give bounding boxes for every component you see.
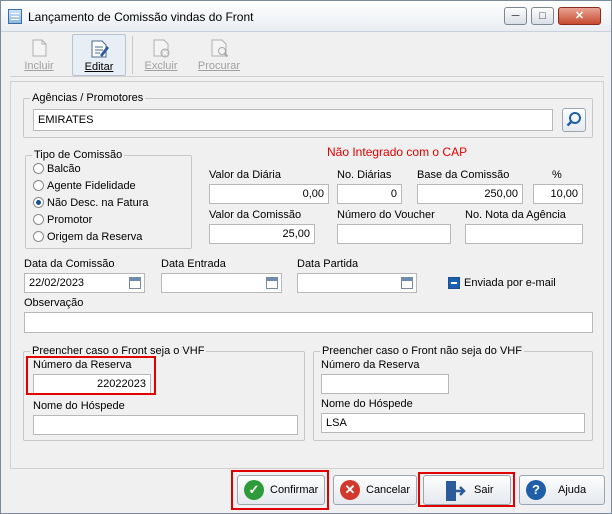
incluir-button[interactable]: Incluir [12, 34, 66, 76]
toolbar: Incluir Editar Excluir Procurar [10, 32, 604, 77]
nao-vhf-nome-hospede-label: Nome do Hóspede [321, 398, 413, 410]
observacao-field[interactable] [24, 312, 593, 333]
valor-diaria-label: Valor da Diária [209, 169, 281, 181]
new-document-icon [32, 39, 47, 57]
observacao-label: Observação [24, 297, 84, 309]
data-partida-field[interactable] [297, 273, 417, 293]
procurar-button[interactable]: Procurar [192, 34, 246, 76]
highlight-sair [418, 472, 515, 507]
close-button[interactable]: ✕ [558, 7, 601, 25]
valor-comissao-field[interactable]: 25,00 [209, 224, 315, 244]
percent-field[interactable]: 10,00 [533, 184, 583, 204]
vhf-nome-hospede-field[interactable] [33, 415, 298, 435]
radio-promotor[interactable]: Promotor [33, 214, 92, 226]
editar-button[interactable]: Editar [72, 34, 126, 76]
nota-agencia-field[interactable] [465, 224, 583, 244]
enviada-email-label: Enviada por e-mail [464, 277, 556, 289]
help-icon: ? [526, 480, 546, 500]
radio-nao-desc-fatura[interactable]: Não Desc. na Fatura [33, 197, 149, 209]
radio-agente-fidelidade[interactable]: Agente Fidelidade [33, 180, 136, 192]
excluir-label: Excluir [144, 60, 178, 72]
nao-vhf-numero-reserva-label: Número da Reserva [321, 359, 420, 371]
calendar-icon[interactable] [129, 277, 141, 289]
data-entrada-field[interactable] [161, 273, 282, 293]
base-comissao-field[interactable]: 250,00 [417, 184, 523, 204]
agencias-label: Agências / Promotores [30, 92, 146, 104]
enviada-email-checkbox[interactable] [448, 277, 460, 289]
data-comissao-label: Data da Comissão [24, 258, 115, 270]
valor-diaria-field[interactable]: 0,00 [209, 184, 329, 204]
window: Lançamento de Comissão vindas do Front ─… [0, 0, 612, 514]
delete-document-icon [153, 39, 170, 58]
agencias-field[interactable]: EMIRATES [33, 109, 553, 131]
radio-nao-desc-fatura-label: Não Desc. na Fatura [47, 197, 149, 209]
radio-dot [33, 163, 44, 174]
data-partida-label: Data Partida [297, 258, 359, 270]
base-comissao-label: Base da Comissão [417, 169, 510, 181]
percent-label: % [552, 169, 562, 181]
title-bar: Lançamento de Comissão vindas do Front ─… [1, 1, 611, 32]
excluir-button[interactable]: Excluir [134, 34, 188, 76]
ajuda-label: Ajuda [558, 484, 587, 496]
app-icon [8, 9, 22, 24]
radio-agente-fidelidade-label: Agente Fidelidade [47, 180, 136, 192]
data-comissao-value: 22/02/2023 [29, 277, 85, 289]
cancel-icon: ✕ [340, 480, 360, 500]
highlight-confirmar [231, 470, 329, 510]
radio-dot-selected [33, 197, 44, 208]
numero-voucher-label: Número do Voucher [337, 209, 435, 221]
data-entrada-label: Data Entrada [161, 258, 226, 270]
status-text: Não Integrado com o CAP [327, 145, 468, 159]
nao-vhf-title: Preencher caso o Front não seja do VHF [320, 345, 524, 357]
calendar-icon[interactable] [401, 277, 413, 289]
radio-promotor-label: Promotor [47, 214, 93, 226]
radio-balcao[interactable]: Balcão [33, 163, 81, 175]
radio-dot [33, 231, 44, 242]
radio-balcao-label: Balcão [47, 163, 81, 175]
valor-comissao-label: Valor da Comissão [209, 209, 302, 221]
calendar-icon[interactable] [266, 277, 278, 289]
vhf-nome-hospede-label: Nome do Hóspede [33, 400, 125, 412]
nao-vhf-numero-reserva-field[interactable] [321, 374, 449, 394]
search-icon [566, 112, 581, 127]
nao-vhf-nome-hospede-field[interactable]: LSA [321, 413, 585, 433]
maximize-button[interactable]: □ [531, 7, 554, 25]
procurar-label: Procurar [197, 60, 241, 72]
editar-label: Editar [84, 61, 114, 73]
cancelar-button[interactable]: ✕ Cancelar [333, 475, 417, 505]
ajuda-button[interactable]: ? Ajuda [519, 475, 605, 505]
radio-origem-reserva-label: Origem da Reserva [47, 231, 143, 243]
main-panel: Agências / Promotores EMIRATES Não Integ… [10, 81, 604, 469]
tipo-comissao-title: Tipo de Comissão [32, 149, 125, 161]
nota-agencia-label: No. Nota da Agência [465, 209, 566, 221]
edit-document-icon [91, 40, 109, 58]
minimize-button[interactable]: ─ [504, 7, 527, 25]
no-diarias-label: No. Diárias [337, 169, 392, 181]
radio-dot [33, 180, 44, 191]
agencias-search-button[interactable] [562, 108, 586, 132]
no-diarias-field[interactable]: 0 [337, 184, 402, 204]
highlight-numero-reserva [26, 356, 156, 395]
radio-origem-reserva[interactable]: Origem da Reserva [33, 231, 142, 243]
toolbar-separator [132, 36, 133, 74]
incluir-label: Incluir [24, 60, 54, 72]
radio-dot [33, 214, 44, 225]
cancelar-label: Cancelar [366, 484, 411, 496]
search-document-icon [211, 39, 229, 58]
numero-voucher-field[interactable] [337, 224, 451, 244]
window-title: Lançamento de Comissão vindas do Front [28, 10, 254, 24]
data-comissao-field[interactable]: 22/02/2023 [24, 273, 145, 293]
